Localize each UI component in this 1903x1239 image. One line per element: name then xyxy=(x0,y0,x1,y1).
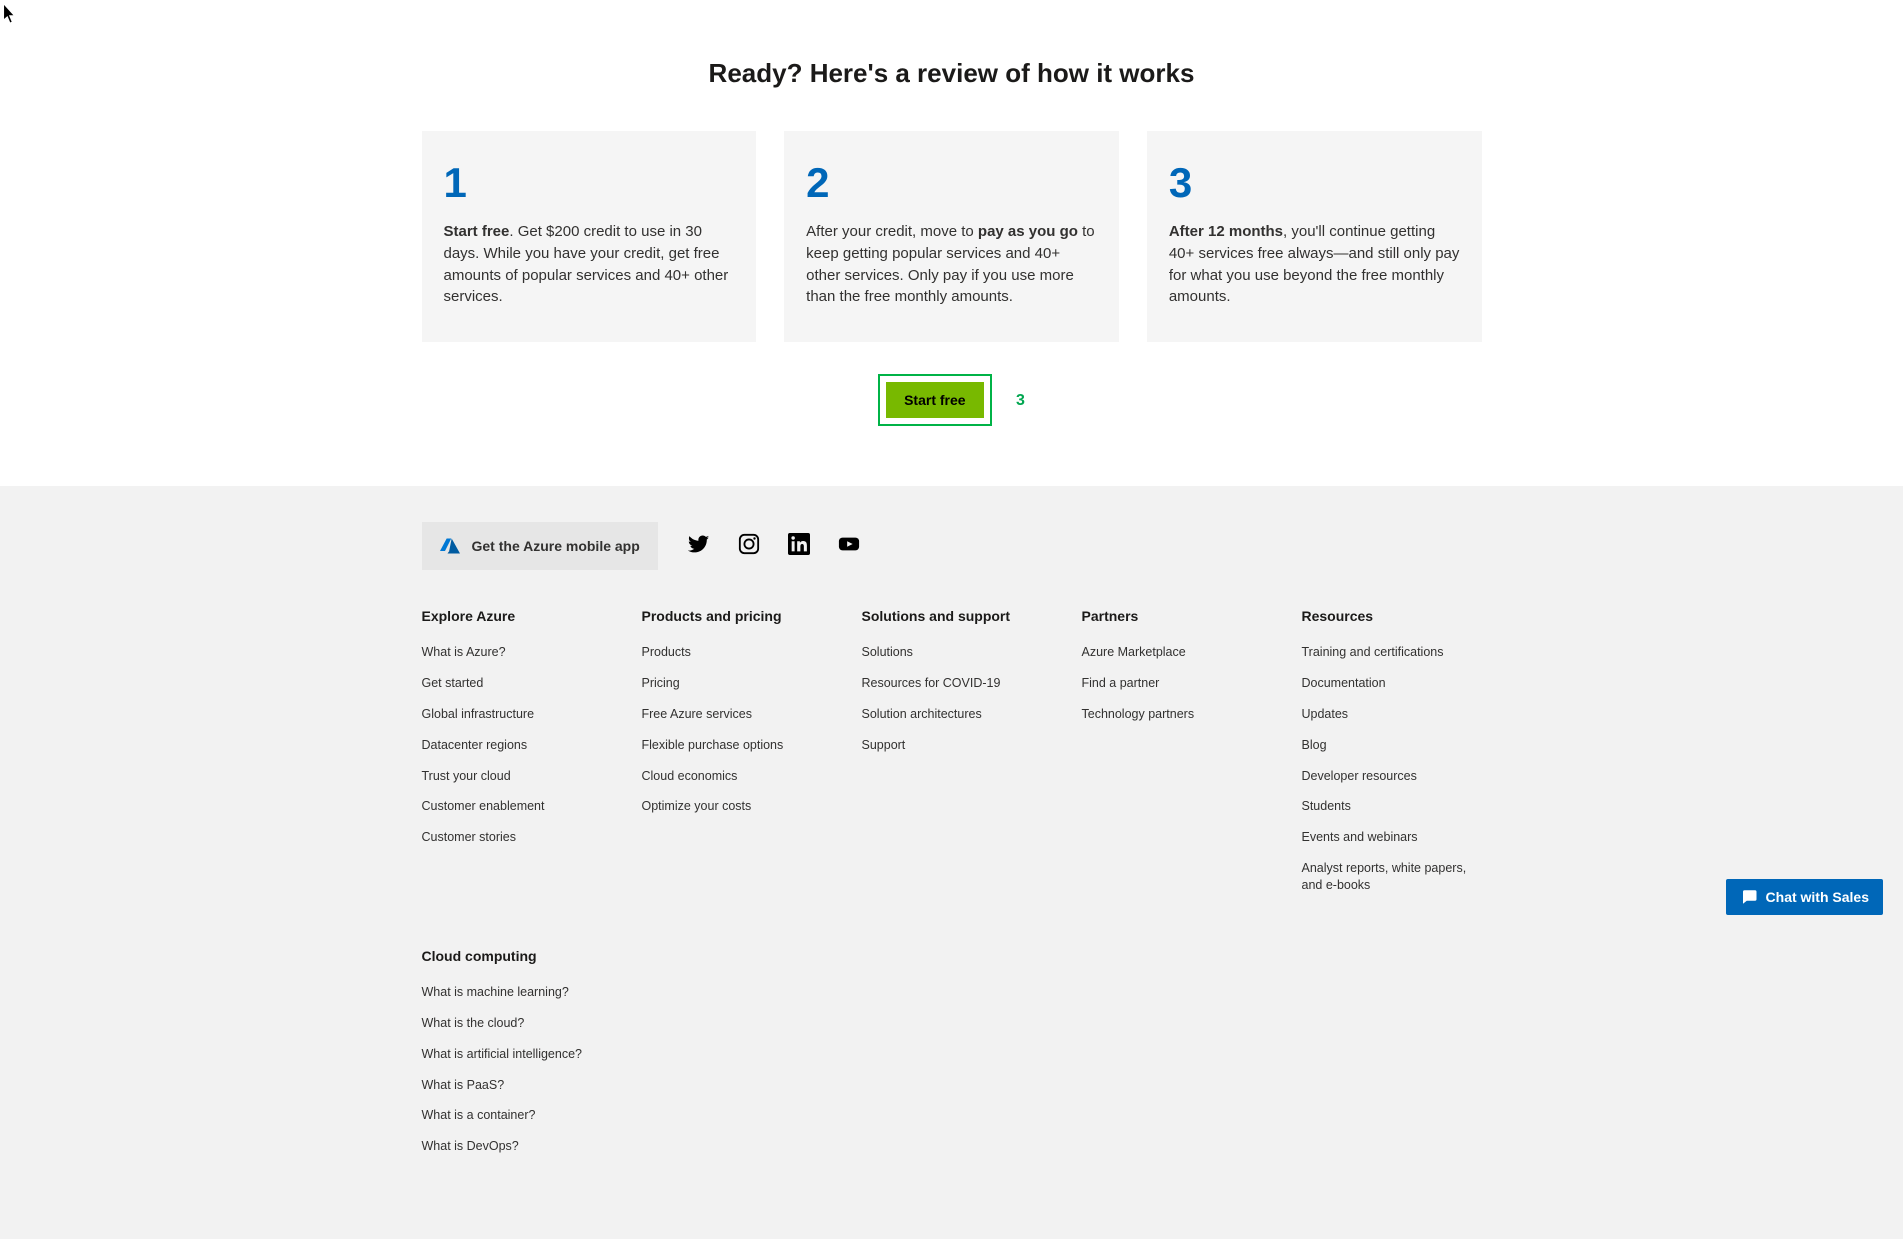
footer-link[interactable]: Optimize your costs xyxy=(642,798,822,815)
footer-column-title: Cloud computing xyxy=(422,948,1482,964)
footer-column-title: Products and pricing xyxy=(642,608,822,624)
footer-link[interactable]: Datacenter regions xyxy=(422,737,602,754)
footer-link[interactable]: Solution architectures xyxy=(862,706,1042,723)
footer-region: Get the Azure mobile app Explore Azure Wh… xyxy=(0,486,1903,1239)
footer-link[interactable]: Blog xyxy=(1302,737,1482,754)
footer-link[interactable]: Global infrastructure xyxy=(422,706,602,723)
step-number: 2 xyxy=(806,159,1097,207)
hero-title: Ready? Here's a review of how it works xyxy=(422,58,1482,89)
mobile-app-label: Get the Azure mobile app xyxy=(472,538,640,554)
footer-column: Solutions and support Solutions Resources … xyxy=(862,608,1042,908)
footer-link[interactable]: Training and certifications xyxy=(1302,644,1482,661)
chat-label: Chat with Sales xyxy=(1766,889,1869,905)
footer-link[interactable]: Updates xyxy=(1302,706,1482,723)
footer-link[interactable]: Support xyxy=(862,737,1042,754)
footer-link[interactable]: Documentation xyxy=(1302,675,1482,692)
footer-column-title: Explore Azure xyxy=(422,608,602,624)
footer-link[interactable]: Solutions xyxy=(862,644,1042,661)
footer-link[interactable]: Students xyxy=(1302,798,1482,815)
chat-icon xyxy=(1740,888,1758,906)
annotation-label: 3 xyxy=(1016,392,1025,410)
footer-link[interactable]: Technology partners xyxy=(1082,706,1262,723)
footer-column: Cloud computing What is machine learning?… xyxy=(422,948,1482,1169)
linkedin-icon[interactable] xyxy=(788,533,810,560)
instagram-icon[interactable] xyxy=(738,533,760,560)
footer-link[interactable]: What is DevOps? xyxy=(422,1138,1482,1155)
footer-link[interactable]: What is artificial intelligence? xyxy=(422,1046,1482,1063)
start-free-highlight: Start free xyxy=(878,374,991,426)
footer-link[interactable]: Customer enablement xyxy=(422,798,602,815)
how-it-works-cards: 1 Start free. Get $200 credit to use in … xyxy=(422,131,1482,342)
chat-with-sales-button[interactable]: Chat with Sales xyxy=(1726,879,1883,915)
social-links xyxy=(688,533,860,560)
azure-logo-icon xyxy=(440,536,460,556)
twitter-icon[interactable] xyxy=(688,533,710,560)
footer-link[interactable]: Developer resources xyxy=(1302,768,1482,785)
start-free-button[interactable]: Start free xyxy=(886,382,983,418)
get-mobile-app-button[interactable]: Get the Azure mobile app xyxy=(422,522,658,570)
step-text: Start free. Get $200 credit to use in 30… xyxy=(444,221,735,308)
step-text: After 12 months, you'll continue getting… xyxy=(1169,221,1460,308)
footer-link[interactable]: What is the cloud? xyxy=(422,1015,1482,1032)
footer-column: Resources Training and certifications Docu… xyxy=(1302,608,1482,908)
footer-column-title: Solutions and support xyxy=(862,608,1042,624)
footer-link[interactable]: What is a container? xyxy=(422,1107,1482,1124)
footer-link[interactable]: Trust your cloud xyxy=(422,768,602,785)
footer-column: Explore Azure What is Azure? Get started Gl… xyxy=(422,608,602,908)
cursor-icon xyxy=(2,4,18,24)
footer-link[interactable]: Products xyxy=(642,644,822,661)
footer-link[interactable]: What is machine learning? xyxy=(422,984,1482,1001)
step-card-2: 2 After your credit, move to pay as you … xyxy=(784,131,1119,342)
footer-column-title: Resources xyxy=(1302,608,1482,624)
step-text: After your credit, move to pay as you go… xyxy=(806,221,1097,308)
footer-link[interactable]: Resources for COVID-19 xyxy=(862,675,1042,692)
youtube-icon[interactable] xyxy=(838,533,860,560)
footer-link[interactable]: Flexible purchase options xyxy=(642,737,822,754)
footer-link[interactable]: Customer stories xyxy=(422,829,602,846)
footer-link[interactable]: Get started xyxy=(422,675,602,692)
footer-link[interactable]: What is PaaS? xyxy=(422,1077,1482,1094)
footer-link[interactable]: Cloud economics xyxy=(642,768,822,785)
step-number: 3 xyxy=(1169,159,1460,207)
footer-column: Partners Azure Marketplace Find a partner T… xyxy=(1082,608,1262,908)
footer-link[interactable]: Free Azure services xyxy=(642,706,822,723)
step-card-3: 3 After 12 months, you'll continue getti… xyxy=(1147,131,1482,342)
footer-column: Products and pricing Products Pricing Free … xyxy=(642,608,822,908)
footer-link[interactable]: Azure Marketplace xyxy=(1082,644,1262,661)
footer-link[interactable]: Pricing xyxy=(642,675,822,692)
footer-link[interactable]: Find a partner xyxy=(1082,675,1262,692)
step-number: 1 xyxy=(444,159,735,207)
footer-link[interactable]: Events and webinars xyxy=(1302,829,1482,846)
footer-column-title: Partners xyxy=(1082,608,1262,624)
footer-link[interactable]: What is Azure? xyxy=(422,644,602,661)
footer-link[interactable]: Analyst reports, white papers, and e-boo… xyxy=(1302,860,1482,894)
step-card-1: 1 Start free. Get $200 credit to use in … xyxy=(422,131,757,342)
